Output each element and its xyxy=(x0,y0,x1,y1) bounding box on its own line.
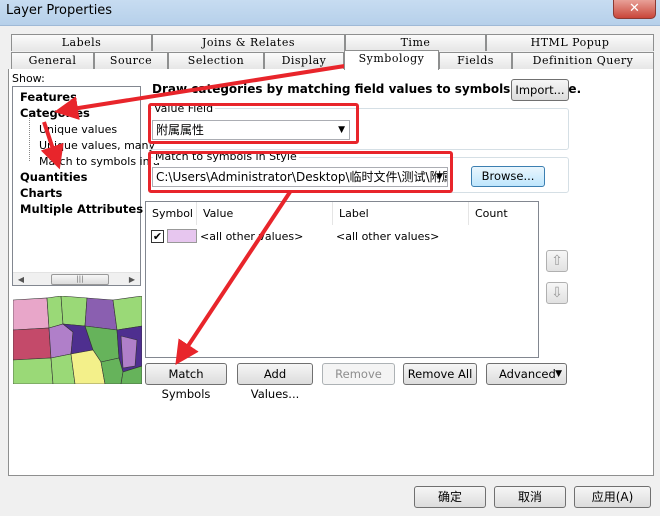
tree-item-features[interactable]: Features xyxy=(20,90,77,104)
apply-button[interactable]: 应用(A) xyxy=(574,486,651,508)
column-header-value[interactable]: Value xyxy=(197,202,333,225)
value-field-label: Value Field xyxy=(152,102,216,115)
column-header-symbol[interactable]: Symbol xyxy=(146,202,197,225)
tab-general[interactable]: General xyxy=(11,52,94,69)
window-title: Layer Properties xyxy=(6,3,113,18)
close-icon: ✕ xyxy=(629,1,640,16)
tree-item-unique-values[interactable]: Unique values xyxy=(39,123,117,136)
advanced-label: Advanced xyxy=(499,367,556,381)
row-value: <all other values> xyxy=(200,230,304,243)
chevron-down-icon[interactable]: ▼ xyxy=(338,121,345,139)
advanced-button[interactable]: Advanced ▼ xyxy=(486,363,567,385)
tab-symbology[interactable]: Symbology xyxy=(344,50,439,70)
value-field-value: 附属属性 xyxy=(156,123,205,137)
import-button[interactable]: Import... xyxy=(511,79,569,101)
title-bar: Layer Properties ✕ xyxy=(0,0,660,26)
match-symbols-button[interactable]: Match Symbols xyxy=(145,363,227,401)
row-label: <all other values> xyxy=(336,230,440,243)
symbology-preview-map xyxy=(13,296,142,384)
show-label: Show: xyxy=(12,72,45,85)
tab-display[interactable]: Display xyxy=(264,52,344,69)
tree-item-charts[interactable]: Charts xyxy=(20,186,62,200)
close-button[interactable]: ✕ xyxy=(613,0,656,19)
move-up-button[interactable]: ⇧ xyxy=(546,250,568,272)
cancel-button[interactable]: 取消 xyxy=(494,486,566,508)
tree-horizontal-scrollbar[interactable]: ◀ ||| ▶ xyxy=(13,272,140,285)
tab-html-popup[interactable]: HTML Popup xyxy=(486,34,654,51)
scroll-right-icon[interactable]: ▶ xyxy=(124,273,140,286)
tab-labels[interactable]: Labels xyxy=(11,34,152,51)
match-style-select[interactable]: C:\Users\Administrator\Desktop\临时文件\测试\附… xyxy=(152,167,448,187)
scroll-thumb[interactable]: ||| xyxy=(51,274,109,285)
values-table[interactable]: Symbol Value Label Count ✔ <all other va… xyxy=(145,201,539,358)
tree-item-quantities[interactable]: Quantities xyxy=(20,170,87,184)
tree-item-multiple-attributes[interactable]: Multiple Attributes xyxy=(20,202,143,216)
tab-source[interactable]: Source xyxy=(94,52,168,69)
remove-all-button[interactable]: Remove All xyxy=(403,363,477,385)
column-header-count[interactable]: Count xyxy=(469,202,538,225)
row-checkbox[interactable]: ✔ xyxy=(151,230,164,243)
column-header-label[interactable]: Label xyxy=(333,202,469,225)
chevron-down-icon[interactable]: ▼ xyxy=(436,168,443,186)
move-down-button[interactable]: ⇩ xyxy=(546,282,568,304)
browse-button[interactable]: Browse... xyxy=(471,166,545,187)
ok-button[interactable]: 确定 xyxy=(414,486,486,508)
match-style-label: Match to symbols in Style xyxy=(153,150,299,163)
arrow-up-icon: ⇧ xyxy=(551,253,563,269)
match-style-path: C:\Users\Administrator\Desktop\临时文件\测试\附… xyxy=(156,170,448,184)
chevron-down-icon: ▼ xyxy=(555,369,562,379)
tree-item-unique-values-many[interactable]: Unique values, many xyxy=(39,139,155,152)
symbol-swatch[interactable] xyxy=(167,229,197,243)
tree-item-categories[interactable]: Categories xyxy=(20,106,90,120)
add-values-button[interactable]: Add Values... xyxy=(237,363,313,401)
remove-button[interactable]: Remove xyxy=(322,363,395,385)
scroll-left-icon[interactable]: ◀ xyxy=(13,273,29,286)
tab-definition-query[interactable]: Definition Query xyxy=(512,52,654,69)
arrow-down-icon: ⇩ xyxy=(551,285,563,301)
tab-fields[interactable]: Fields xyxy=(439,52,512,69)
value-field-select[interactable]: 附属属性 ▼ xyxy=(152,120,350,140)
tab-time[interactable]: Time xyxy=(345,34,486,51)
tab-joins-relates[interactable]: Joins & Relates xyxy=(152,34,345,51)
show-tree[interactable]: Features Categories Unique values Unique… xyxy=(12,86,160,286)
tree-item-match-to-symbols[interactable]: Match to symbols in a xyxy=(39,155,160,168)
tab-selection[interactable]: Selection xyxy=(168,52,264,69)
